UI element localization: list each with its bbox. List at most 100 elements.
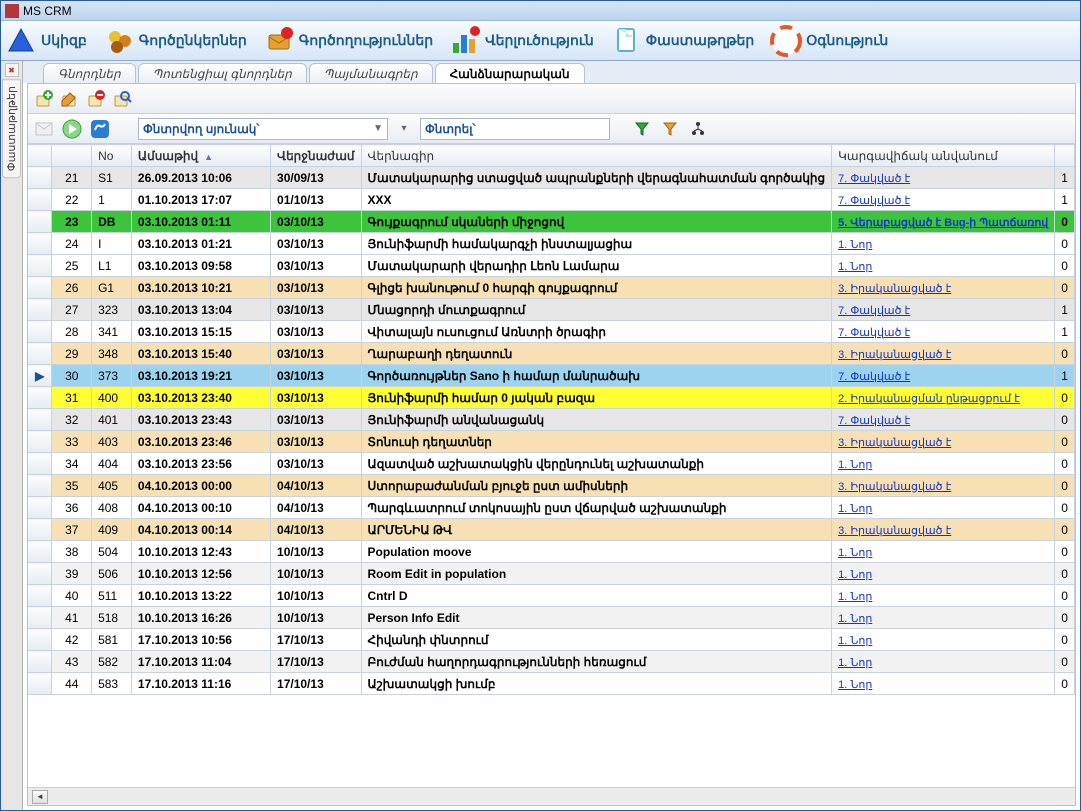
filter-value-combo[interactable]: Փնտրել՝ (420, 118, 610, 140)
clear-filter-button[interactable]: ▾ (392, 117, 416, 141)
status-link[interactable]: 1. Նոր (838, 459, 872, 471)
filter-value-label: Փնտրել՝ (425, 122, 475, 136)
col-header-subject[interactable]: Վերնագիր (361, 145, 832, 167)
table-row[interactable]: 23DB03.10.2013 01:1103/10/13Գույքագրում … (28, 211, 1075, 233)
status-link[interactable]: 1. Նոր (838, 239, 872, 251)
col-header-flag[interactable]: No (92, 145, 132, 167)
status-link[interactable]: 1. Նոր (838, 657, 872, 669)
status-link[interactable]: 7. Փակված է (838, 195, 910, 207)
horizontal-scrollbar[interactable]: ◄ (28, 787, 1075, 805)
table-row[interactable]: 3850410.10.2013 12:4310/10/13Population … (28, 541, 1075, 563)
row-status: 7. Փակված է (832, 167, 1055, 189)
table-row[interactable]: 3740904.10.2013 00:1404/10/13ԱՐՄԵՆԻԱ ԹՎ3… (28, 519, 1075, 541)
row-status: 1. Նոր (832, 541, 1055, 563)
table-row[interactable]: 4358217.10.2013 11:0417/10/13Բուժման հաղ… (28, 651, 1075, 673)
add-button[interactable] (32, 87, 56, 111)
view-button[interactable] (110, 87, 134, 111)
table-row[interactable]: 2732303.10.2013 13:0403/10/13Մնացորդի մո… (28, 299, 1075, 321)
toolbar-home[interactable]: Սկիզբ (5, 25, 87, 57)
status-link[interactable]: 1. Նոր (838, 613, 872, 625)
status-link[interactable]: 3. Իրականացված է (838, 437, 951, 449)
table-row[interactable]: 24I03.10.2013 01:2103/10/13Յունիֆարմի հա… (28, 233, 1075, 255)
row-enddate: 03/10/13 (271, 299, 361, 321)
table-row[interactable]: 4151810.10.2013 16:2610/10/13Person Info… (28, 607, 1075, 629)
row-last: 0 (1055, 607, 1075, 629)
status-link[interactable]: 1. Նոր (838, 635, 872, 647)
table-row[interactable]: 4458317.10.2013 11:1617/10/13Աշխատակցի խ… (28, 673, 1075, 695)
row-enddate: 03/10/13 (271, 255, 361, 277)
table-row[interactable]: 4258117.10.2013 10:5617/10/13Հիվանդի փնտ… (28, 629, 1075, 651)
tab-buyers[interactable]: Գնորդներ (43, 63, 136, 83)
status-link[interactable]: 3. Իրականացված է (838, 349, 951, 361)
tab-tasks[interactable]: Հանձնարարական (435, 63, 585, 83)
table-row[interactable]: 3240103.10.2013 23:4303/10/13Յունիֆարմի … (28, 409, 1075, 431)
status-link[interactable]: 2. Իրականացման ընթացքում է (838, 393, 1020, 405)
col-header-date[interactable]: Ամսաթիվ▲ (131, 145, 270, 167)
status-link[interactable]: 1. Նոր (838, 261, 872, 273)
report-button[interactable] (88, 117, 112, 141)
table-row[interactable]: 21S126.09.2013 10:0630/09/13Մատակարարից … (28, 167, 1075, 189)
table-row[interactable]: 3140003.10.2013 23:4003/10/13Յունիֆարմի … (28, 387, 1075, 409)
status-link[interactable]: 7. Փակված է (838, 173, 910, 185)
delete-button[interactable] (84, 87, 108, 111)
status-link[interactable]: 7. Փակված է (838, 305, 910, 317)
toolbar-partners[interactable]: Գործընկերներ (103, 25, 247, 57)
table-row[interactable]: ▶3037303.10.2013 19:2103/10/13Գործառույթ… (28, 365, 1075, 387)
status-link[interactable]: 3. Իրականացված է (838, 525, 951, 537)
sidebar-pin-icon[interactable]: ✖ (5, 63, 19, 77)
col-header-last[interactable] (1055, 145, 1075, 167)
status-link[interactable]: 1. Նոր (838, 679, 872, 691)
row-enddate: 10/10/13 (271, 607, 361, 629)
table-row[interactable]: 26G103.10.2013 10:2103/10/13Գլիցե խանութ… (28, 277, 1075, 299)
sidebar-vertical-tab[interactable]: Փաստաթղթեր (2, 79, 21, 178)
row-status: 1. Նոր (832, 563, 1055, 585)
tab-potential[interactable]: Պոտենցիալ գնորդներ (138, 63, 307, 83)
funnel-gold-icon[interactable] (658, 117, 682, 141)
toolbar-analytics[interactable]: Վերլուծություն (449, 25, 594, 57)
row-num: 42 (52, 629, 92, 651)
table-row[interactable]: 3540504.10.2013 00:0004/10/13Ստորաբաժանմ… (28, 475, 1075, 497)
col-header-no[interactable] (52, 145, 92, 167)
col-header-handle[interactable] (28, 145, 52, 167)
status-link[interactable]: 3. Իրականացված է (838, 481, 951, 493)
table-row[interactable]: 25L103.10.2013 09:5803/10/13Մատակարարի վ… (28, 255, 1075, 277)
toolbar-documents[interactable]: Փաստաթղթեր (610, 25, 754, 57)
table-row[interactable]: 2934803.10.2013 15:4003/10/13Ղարաբաղի դե… (28, 343, 1075, 365)
status-link[interactable]: 5. Վերաբացված է Bug-ի Պատճառով (838, 217, 1048, 229)
row-status: 1. Նոր (832, 585, 1055, 607)
table-row[interactable]: 4051110.10.2013 13:2210/10/13Cntrl D1. Ն… (28, 585, 1075, 607)
status-link[interactable]: 1. Նոր (838, 547, 872, 559)
status-link[interactable]: 1. Նոր (838, 591, 872, 603)
col-header-status[interactable]: Կարգավիճակ անվանում (832, 145, 1055, 167)
table-row[interactable]: 2834103.10.2013 15:1503/10/13Վիտալայն ու… (28, 321, 1075, 343)
table-row[interactable]: 22101.10.2013 17:0701/10/13XXX7. Փակված … (28, 189, 1075, 211)
data-grid[interactable]: No Ամսաթիվ▲ Վերջնաժամ Վերնագիր Կարգավիճա… (28, 144, 1075, 787)
run-button[interactable] (60, 117, 84, 141)
table-row[interactable]: 3950610.10.2013 12:5610/10/13Room Edit i… (28, 563, 1075, 585)
status-link[interactable]: 7. Փակված է (838, 415, 910, 427)
row-handle (28, 189, 52, 211)
edit-button[interactable] (58, 87, 82, 111)
funnel-green-icon[interactable] (630, 117, 654, 141)
status-link[interactable]: 1. Նոր (838, 503, 872, 515)
table-row[interactable]: 3640804.10.2013 00:1004/10/13Պարգևատրում… (28, 497, 1075, 519)
app-window: MS CRM ՍկիզբԳործընկերներԳործողություններ… (0, 0, 1081, 811)
tab-contracts[interactable]: Պայմանագրեր (309, 63, 433, 83)
col-header-enddate[interactable]: Վերջնաժամ (271, 145, 361, 167)
status-link[interactable]: 1. Նոր (838, 569, 872, 581)
scroll-left-button[interactable]: ◄ (32, 790, 48, 804)
filter-toolbar: Փնտրվող սյունակ՝ ▼ ▾ Փնտրել՝ (28, 114, 1075, 144)
mail-button[interactable] (32, 117, 56, 141)
status-link[interactable]: 7. Փակված է (838, 371, 910, 383)
filter-column-combo[interactable]: Փնտրվող սյունակ՝ ▼ (138, 118, 388, 140)
tree-icon[interactable] (686, 117, 710, 141)
status-link[interactable]: 3. Իրականացված է (838, 283, 951, 295)
toolbar-processes[interactable]: Գործողություններ (263, 25, 433, 57)
row-date: 10.10.2013 13:22 (131, 585, 270, 607)
row-date: 17.10.2013 11:16 (131, 673, 270, 695)
row-enddate: 04/10/13 (271, 475, 361, 497)
table-row[interactable]: 3340303.10.2013 23:4603/10/13Տոնուսի դեղ… (28, 431, 1075, 453)
table-row[interactable]: 3440403.10.2013 23:5603/10/13Ազատված աշխ… (28, 453, 1075, 475)
toolbar-help[interactable]: Օգնություն (770, 25, 888, 57)
status-link[interactable]: 7. Փակված է (838, 327, 910, 339)
